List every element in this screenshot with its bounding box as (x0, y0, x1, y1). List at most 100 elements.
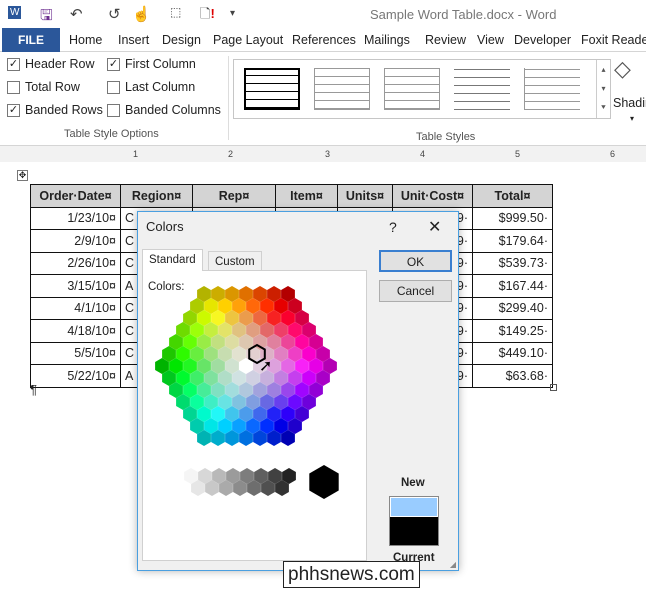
checkbox-header-row[interactable]: ✓ Header Row (7, 57, 94, 71)
checkbox-box[interactable]: ✓ (107, 57, 120, 71)
save-icon[interactable]: 🖫 (40, 5, 53, 30)
ruler-mark: 6 (610, 149, 616, 159)
checkbox-label: Banded Columns (125, 103, 221, 117)
checkbox-box[interactable] (7, 80, 20, 94)
title-bar: W 🖫 ↶ ↺ ☝ ⬚ 🗋! ▾ Sample Word Table.docx … (0, 0, 646, 28)
checkbox-box[interactable]: ✓ (7, 57, 20, 71)
tab-standard[interactable]: Standard (142, 249, 203, 271)
table-style-plain-1[interactable] (314, 68, 370, 110)
select-icon[interactable]: ⬚ (170, 5, 181, 19)
group-label-table-styles: Table Styles (416, 131, 476, 143)
touch-mode-icon[interactable]: ☝ (132, 5, 151, 23)
color-preview (389, 496, 439, 546)
table-cell[interactable]: 4/1/10¤ (30, 296, 121, 320)
table-cell[interactable]: $63.68· (472, 364, 553, 388)
column-header: Total¤ (472, 184, 553, 208)
table-cell[interactable]: $179.64· (472, 229, 553, 253)
table-style-plain-4[interactable] (524, 68, 580, 110)
tab-file[interactable]: FILE (2, 28, 60, 52)
word-logo-icon: W (8, 6, 22, 19)
table-cell[interactable]: 5/5/10¤ (30, 341, 121, 365)
standard-panel: Colors: ➚ (142, 270, 367, 561)
ruler-mark: 3 (325, 149, 331, 159)
paragraph-mark: ¶ (30, 382, 37, 397)
table-resize-handle[interactable] (550, 384, 557, 391)
tab-review[interactable]: Review (425, 33, 466, 47)
table-cell[interactable]: 2/26/10¤ (30, 251, 121, 275)
ruler-mark: 1 (133, 149, 139, 159)
checkbox-first-column[interactable]: ✓ First Column (107, 57, 196, 71)
tab-custom[interactable]: Custom (208, 251, 262, 271)
black-cell[interactable] (309, 465, 339, 499)
table-cell[interactable]: $167.44· (472, 274, 553, 298)
checkbox-box[interactable]: ✓ (7, 103, 20, 117)
tab-mailings[interactable]: Mailings (364, 33, 410, 47)
checkbox-total-row[interactable]: Total Row (7, 80, 80, 94)
checkbox-banded-rows[interactable]: ✓ Banded Rows (7, 103, 103, 117)
checkbox-last-column[interactable]: Last Column (107, 80, 195, 94)
checkbox-box[interactable] (107, 103, 120, 117)
checkbox-label: Total Row (25, 80, 80, 94)
ruler[interactable]: 1 2 3 4 5 6 (0, 146, 646, 162)
tab-view[interactable]: View (477, 33, 504, 47)
column-header: Region¤ (120, 184, 193, 208)
tab-home[interactable]: Home (69, 33, 102, 47)
table-cell[interactable]: $299.40· (472, 296, 553, 320)
table-cell[interactable]: 2/9/10¤ (30, 229, 121, 253)
checkbox-label: Header Row (25, 57, 95, 71)
ruler-mark: 2 (228, 149, 234, 159)
checkbox-label: First Column (125, 57, 196, 71)
gallery-scroll[interactable]: ▴ ▾ ⯆ (596, 60, 610, 118)
new-color-swatch (390, 497, 438, 517)
redo-icon[interactable]: ↺ (108, 5, 121, 23)
tab-insert[interactable]: Insert (118, 33, 149, 47)
cancel-button[interactable]: Cancel (379, 280, 452, 302)
current-color-swatch (390, 517, 438, 545)
ok-button[interactable]: OK (379, 250, 452, 272)
tab-design[interactable]: Design (162, 33, 201, 47)
table-cell[interactable]: 3/15/10¤ (30, 274, 121, 298)
table-cell[interactable]: $999.50· (472, 206, 553, 230)
watermark: phhsnews.com (283, 561, 420, 588)
shading-button[interactable]: Shading (613, 96, 646, 110)
new-label: New (401, 477, 425, 489)
close-button[interactable]: ✕ (428, 217, 441, 237)
chevron-down-icon[interactable]: ▾ (630, 114, 634, 123)
table-style-plain-2[interactable] (384, 68, 440, 110)
dialog-title: Colors (146, 219, 184, 234)
tab-references[interactable]: References (292, 33, 356, 47)
tab-foxit-reader[interactable]: Foxit Reader (581, 33, 646, 47)
checkbox-box[interactable] (107, 80, 120, 94)
help-button[interactable]: ? (389, 219, 397, 235)
ribbon: ✓ Header Row Total Row ✓ Banded Rows ✓ First C… (0, 52, 646, 146)
tab-page-layout[interactable]: Page Layout (213, 33, 283, 47)
color-honeycomb[interactable]: ➚ (143, 271, 366, 560)
table-cell[interactable]: 4/18/10¤ (30, 319, 121, 343)
new-document-icon[interactable]: 🗋! (200, 5, 215, 27)
checkbox-label: Banded Rows (25, 103, 103, 117)
column-header: Rep¤ (192, 184, 276, 208)
ruler-mark: 5 (515, 149, 521, 159)
table-move-handle[interactable]: ✥ (17, 170, 28, 181)
checkbox-label: Last Column (125, 80, 196, 94)
table-cell[interactable]: 5/22/10¤ (30, 364, 121, 388)
window-title: Sample Word Table.docx - Word (370, 7, 557, 22)
undo-icon[interactable]: ↶ (70, 5, 83, 23)
column-header: Unit·Cost¤ (392, 184, 473, 208)
mouse-cursor-icon: ➚ (259, 358, 272, 375)
tab-developer[interactable]: Developer (514, 33, 571, 47)
table-styles-gallery: ▴ ▾ ⯆ (233, 59, 611, 119)
table-style-grid[interactable] (244, 68, 300, 110)
customize-icon[interactable]: ▾ (230, 8, 235, 19)
column-header: Item¤ (275, 184, 338, 208)
colors-dialog: Colors ? ✕ Standard Custom Colors: ➚ OK … (137, 211, 459, 571)
table-cell[interactable]: $449.10· (472, 341, 553, 365)
table-style-plain-3[interactable] (454, 68, 510, 110)
table-cell[interactable]: 1/23/10¤ (30, 206, 121, 230)
resize-grip-icon[interactable]: ◢ (450, 560, 456, 569)
checkbox-banded-columns[interactable]: Banded Columns (107, 103, 221, 117)
shading-icon[interactable]: ◇ (614, 56, 631, 82)
table-cell[interactable]: $149.25· (472, 319, 553, 343)
column-header: Units¤ (337, 184, 393, 208)
table-cell[interactable]: $539.73· (472, 251, 553, 275)
